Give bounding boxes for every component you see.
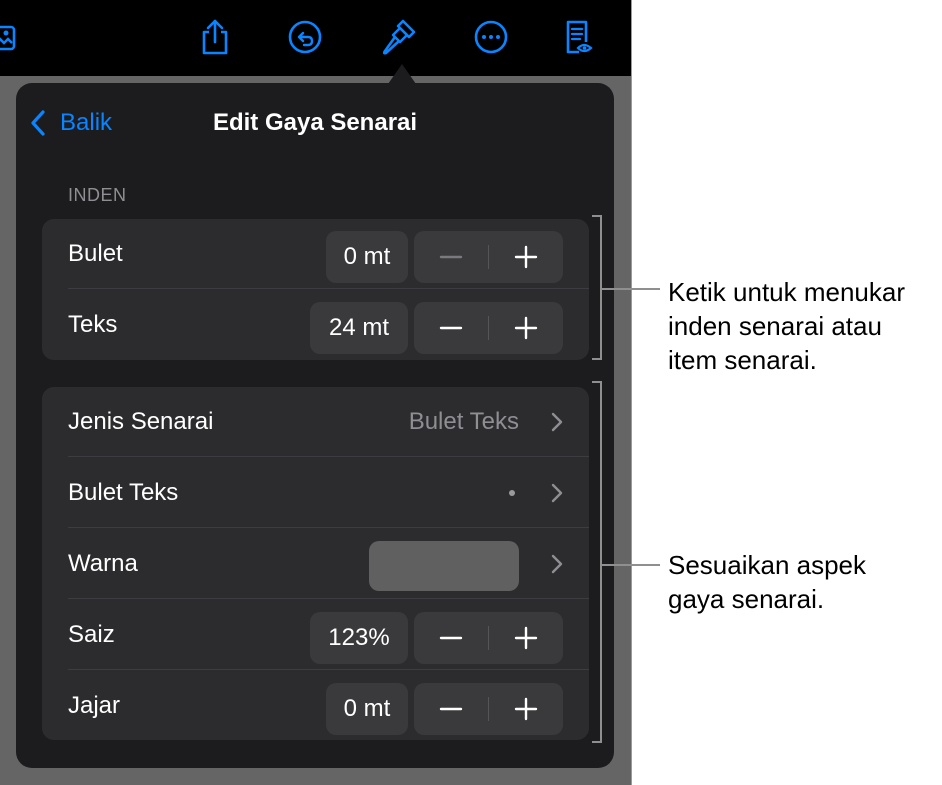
bullet-preview: •	[509, 490, 515, 496]
toolbar	[0, 0, 631, 76]
chevron-right-icon	[551, 554, 563, 574]
row-label: Saiz	[68, 621, 115, 648]
color-swatch[interactable]	[369, 541, 519, 591]
popover-pointer	[388, 64, 416, 84]
indent-callout-line	[602, 288, 660, 290]
chevron-left-icon	[31, 110, 45, 136]
plus-icon	[514, 697, 538, 721]
back-button-label: Balik	[60, 109, 113, 136]
increment-button[interactable]	[489, 683, 563, 735]
indent-bracket	[592, 215, 602, 360]
format-brush-icon[interactable]	[376, 15, 420, 59]
row-label: Bulet	[68, 240, 123, 267]
row-label: Jenis Senarai	[68, 408, 214, 435]
more-icon[interactable]	[469, 15, 513, 59]
minus-icon	[439, 707, 463, 711]
row-separator	[68, 456, 589, 457]
text-indent-stepper	[414, 302, 563, 354]
bullet-indent-stepper	[414, 231, 563, 283]
size-field[interactable]: 123%	[310, 612, 408, 664]
text-indent-field[interactable]: 24 mt	[310, 302, 408, 354]
minus-icon	[439, 326, 463, 330]
minus-icon	[439, 636, 463, 640]
indent-section-header: INDEN	[68, 185, 127, 205]
bullet-indent-field[interactable]: 0 mt	[326, 231, 408, 283]
row-separator	[68, 288, 589, 289]
back-button[interactable]: Balik	[30, 105, 112, 141]
indent-callout-text: Ketik untuk menukar inden senarai atau i…	[668, 277, 906, 375]
row-label: Bulet Teks	[68, 479, 179, 506]
reader-view-icon[interactable]	[556, 15, 600, 59]
decrement-button[interactable]	[414, 612, 488, 664]
size-row: Saiz 123%	[42, 600, 589, 670]
minus-icon	[439, 255, 463, 259]
row-label: Teks	[68, 311, 118, 338]
increment-button[interactable]	[489, 231, 563, 283]
align-field[interactable]: 0 mt	[326, 683, 408, 735]
style-bracket	[592, 381, 602, 743]
align-row: Jajar 0 mt	[42, 671, 589, 740]
decrement-button[interactable]	[414, 302, 488, 354]
row-separator	[68, 669, 589, 670]
plus-icon	[514, 245, 538, 269]
plus-icon	[514, 316, 538, 340]
undo-icon[interactable]	[283, 15, 327, 59]
list-type-value: Bulet Teks	[408, 408, 519, 435]
row-separator	[68, 527, 589, 528]
style-callout-text: Sesuaikan aspek gaya senarai.	[668, 550, 867, 614]
row-separator	[68, 598, 589, 599]
align-stepper	[414, 683, 563, 735]
list-type-row[interactable]: Jenis Senarai Bulet Teks	[42, 387, 589, 457]
plus-icon	[514, 626, 538, 650]
text-bullet-row[interactable]: Bulet Teks •	[42, 458, 589, 528]
app-screen: Balik Edit Gaya Senarai INDEN Bulet 0 mt	[0, 0, 631, 785]
list-style-group: Jenis Senarai Bulet Teks Bulet Teks • Wa…	[42, 387, 589, 740]
decrement-button[interactable]	[414, 683, 488, 735]
size-stepper	[414, 612, 563, 664]
indent-group: Bulet 0 mt Teks 24 mt	[42, 219, 589, 360]
indent-row-bullet: Bulet 0 mt	[42, 219, 589, 289]
edit-list-style-popover: Balik Edit Gaya Senarai INDEN Bulet 0 mt	[16, 83, 614, 768]
decrement-button[interactable]	[414, 231, 488, 283]
chevron-right-icon	[551, 412, 563, 432]
screen-edge	[631, 0, 632, 785]
color-row[interactable]: Warna	[42, 529, 589, 599]
row-label: Jajar	[68, 692, 121, 719]
style-callout-line	[602, 564, 660, 566]
row-label: Warna	[68, 550, 138, 577]
media-icon[interactable]	[0, 15, 22, 59]
indent-row-text: Teks 24 mt	[42, 290, 589, 360]
increment-button[interactable]	[489, 302, 563, 354]
share-icon[interactable]	[193, 15, 237, 59]
increment-button[interactable]	[489, 612, 563, 664]
chevron-right-icon	[551, 483, 563, 503]
